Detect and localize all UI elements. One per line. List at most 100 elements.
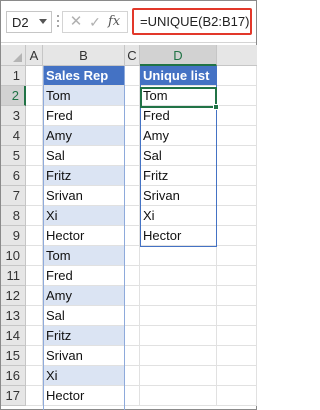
sales-rep-cell[interactable]: Srivan (43, 346, 125, 366)
cell[interactable] (26, 326, 43, 346)
cell[interactable] (125, 306, 140, 326)
cell[interactable] (217, 306, 257, 326)
cell[interactable] (140, 266, 217, 286)
cell[interactable] (125, 126, 140, 146)
cell[interactable] (125, 106, 140, 126)
cell[interactable] (217, 66, 257, 86)
sales-rep-cell[interactable]: Sal (43, 306, 125, 326)
row-header-16[interactable]: 16 (1, 366, 26, 386)
cell[interactable] (140, 346, 217, 366)
sales-rep-cell[interactable]: Xi (43, 206, 125, 226)
cell[interactable] (140, 286, 217, 306)
cell[interactable] (217, 206, 257, 226)
cell[interactable] (217, 166, 257, 186)
sales-rep-cell[interactable]: Fritz (43, 326, 125, 346)
row-header-7[interactable]: 7 (1, 186, 26, 206)
cell[interactable] (125, 246, 140, 266)
row-header-14[interactable]: 14 (1, 326, 26, 346)
cell[interactable] (217, 106, 257, 126)
row-header-5[interactable]: 5 (1, 146, 26, 166)
cell[interactable] (26, 126, 43, 146)
cell[interactable] (26, 346, 43, 366)
cell[interactable] (26, 226, 43, 246)
unique-list-cell[interactable]: Srivan (140, 186, 217, 206)
cell[interactable] (26, 66, 43, 86)
cell[interactable] (26, 86, 43, 106)
cell[interactable] (125, 166, 140, 186)
cell[interactable] (125, 86, 140, 106)
cell[interactable] (217, 126, 257, 146)
cell[interactable] (26, 146, 43, 166)
cell[interactable] (140, 386, 217, 406)
cell[interactable] (125, 266, 140, 286)
row-header-13[interactable]: 13 (1, 306, 26, 326)
column-header-b[interactable]: B (43, 45, 125, 66)
sales-rep-cell[interactable]: Fritz (43, 166, 125, 186)
column-header-a[interactable]: A (26, 45, 43, 66)
sales-rep-cell[interactable]: Hector (43, 226, 125, 246)
cell[interactable] (217, 386, 257, 406)
row-header-17[interactable]: 17 (1, 386, 26, 406)
cell[interactable] (217, 186, 257, 206)
row-header-11[interactable]: 11 (1, 266, 26, 286)
cell[interactable] (125, 386, 140, 406)
column-header-c[interactable]: C (125, 45, 140, 66)
unique-list-cell[interactable]: Fritz (140, 166, 217, 186)
unique-list-cell[interactable]: Tom (140, 86, 217, 106)
column-header-d[interactable]: D (140, 45, 217, 66)
sales-rep-cell[interactable]: Srivan (43, 186, 125, 206)
sales-rep-header-cell[interactable]: Sales Rep (43, 66, 125, 86)
cell[interactable] (217, 226, 257, 246)
insert-function-icon[interactable]: fx (108, 14, 126, 30)
unique-list-cell[interactable]: Xi (140, 206, 217, 226)
cell[interactable] (125, 146, 140, 166)
cell[interactable] (26, 186, 43, 206)
cell[interactable] (125, 186, 140, 206)
unique-list-cell[interactable]: Sal (140, 146, 217, 166)
cell[interactable] (125, 326, 140, 346)
cell[interactable] (125, 206, 140, 226)
cell[interactable] (125, 366, 140, 386)
cell[interactable] (140, 326, 217, 346)
cell[interactable] (217, 286, 257, 306)
cell[interactable] (217, 146, 257, 166)
sales-rep-cell[interactable]: Tom (43, 246, 125, 266)
row-header-8[interactable]: 8 (1, 206, 26, 226)
cell[interactable] (26, 106, 43, 126)
sales-rep-cell[interactable]: Xi (43, 366, 125, 386)
cell[interactable] (125, 346, 140, 366)
row-header-3[interactable]: 3 (1, 106, 26, 126)
formula-input[interactable]: =UNIQUE(B2:B17) (132, 8, 252, 35)
cell[interactable] (26, 366, 43, 386)
unique-list-cell[interactable]: Fred (140, 106, 217, 126)
cell[interactable] (140, 246, 217, 266)
cell[interactable] (26, 266, 43, 286)
cell[interactable] (217, 366, 257, 386)
cell[interactable] (26, 206, 43, 226)
cell[interactable] (125, 226, 140, 246)
cell[interactable] (217, 346, 257, 366)
row-header-15[interactable]: 15 (1, 346, 26, 366)
sales-rep-cell[interactable]: Tom (43, 86, 125, 106)
row-header-1[interactable]: 1 (1, 66, 26, 86)
sales-rep-cell[interactable]: Fred (43, 266, 125, 286)
cell[interactable] (125, 286, 140, 306)
unique-list-cell[interactable]: Amy (140, 126, 217, 146)
chevron-down-icon[interactable] (39, 19, 47, 24)
sales-rep-cell[interactable]: Amy (43, 286, 125, 306)
sales-rep-cell[interactable]: Hector (43, 386, 125, 406)
select-all-button[interactable] (1, 45, 26, 66)
cell[interactable] (26, 166, 43, 186)
row-header-9[interactable]: 9 (1, 226, 26, 246)
cell[interactable] (217, 326, 257, 346)
row-header-4[interactable]: 4 (1, 126, 26, 146)
unique-list-header-cell[interactable]: Unique list (140, 66, 217, 86)
unique-list-cell[interactable]: Hector (140, 226, 217, 246)
sales-rep-cell[interactable]: Sal (43, 146, 125, 166)
sales-rep-cell[interactable]: Fred (43, 106, 125, 126)
formula-bar-grip[interactable] (57, 15, 60, 29)
sales-rep-cell[interactable]: Amy (43, 126, 125, 146)
row-header-12[interactable]: 12 (1, 286, 26, 306)
cell[interactable] (26, 246, 43, 266)
cancel-icon[interactable]: ✕ (69, 14, 83, 29)
